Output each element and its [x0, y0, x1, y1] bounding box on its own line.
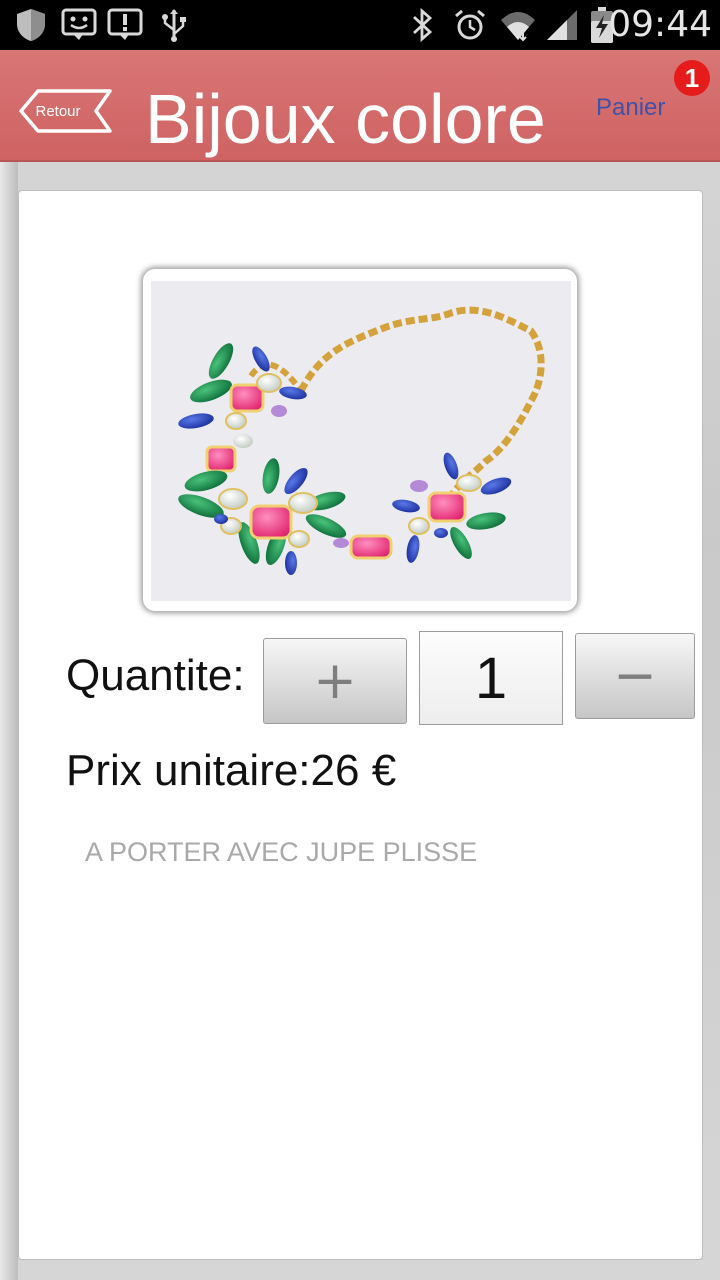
cart-link[interactable]: Panier — [596, 94, 665, 122]
product-description: A PORTER AVEC JUPE PLISSE — [85, 837, 478, 867]
signal-icon — [544, 8, 580, 42]
page-title: Bijoux colore — [145, 80, 546, 158]
back-button-label: Retour — [35, 102, 81, 120]
clock: 09:44 — [608, 4, 712, 45]
background-strip — [0, 50, 18, 1280]
alert-message-icon — [106, 8, 144, 42]
bluetooth-icon — [408, 8, 436, 42]
product-image-frame — [143, 269, 577, 611]
wifi-icon — [498, 8, 538, 42]
unit-price: Prix unitaire:26 € — [66, 746, 397, 795]
smiley-message-icon — [60, 8, 98, 42]
back-button[interactable]: Retour — [18, 88, 114, 134]
cart-count-badge: 1 — [674, 60, 710, 96]
necklace-illustration — [178, 306, 545, 575]
minus-icon: − — [613, 646, 657, 706]
plus-icon: + — [313, 651, 357, 711]
quantity-field[interactable]: 1 — [419, 631, 563, 725]
product-card: Quantite: + 1 − Prix unitaire:26 € A POR… — [18, 190, 703, 1260]
status-bar: 09:44 — [0, 0, 720, 50]
decrement-button[interactable]: − — [575, 633, 695, 719]
increment-button[interactable]: + — [263, 638, 407, 724]
alarm-icon — [452, 8, 488, 42]
product-image — [151, 281, 571, 601]
usb-icon — [158, 8, 190, 42]
shield-icon — [14, 8, 48, 42]
quantity-label: Quantite: — [66, 651, 245, 700]
